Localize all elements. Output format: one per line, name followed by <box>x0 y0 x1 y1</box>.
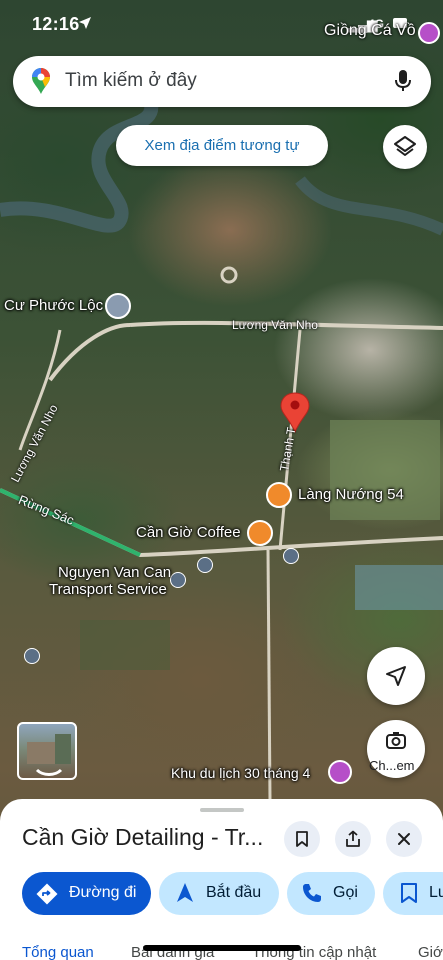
map-label-khu-du-lich[interactable]: Khu du lịch 30 tháng 4 <box>171 765 310 781</box>
layers-button[interactable] <box>383 125 427 169</box>
place-title: Cần Giờ Detailing - Tr... <box>22 824 264 850</box>
close-button[interactable] <box>386 821 422 857</box>
tab-about[interactable]: Giới <box>418 944 443 960</box>
place-icon[interactable] <box>105 293 131 319</box>
bookmark-icon <box>296 831 308 847</box>
restaurant-icon[interactable] <box>266 482 292 508</box>
map-label-nguyen-van-can[interactable]: Nguyen Van Can <box>58 564 171 581</box>
call-label: Gọi <box>333 884 358 901</box>
street-view-icon <box>27 734 71 776</box>
start-button[interactable]: Bắt đầu <box>159 872 279 915</box>
street-view-thumbnail[interactable] <box>17 722 77 780</box>
status-time: 12:16 <box>32 14 80 34</box>
save-button[interactable] <box>284 821 320 857</box>
camera-search-button[interactable]: Ch...em <box>367 720 425 778</box>
museum-icon[interactable] <box>328 760 352 784</box>
start-label: Bắt đầu <box>206 884 262 901</box>
bus-stop-icon[interactable] <box>197 557 213 573</box>
phone-icon <box>303 884 321 902</box>
microphone-icon[interactable] <box>394 69 412 93</box>
map-label-giong-ca-vo[interactable]: Giồng Cá Vồ <box>324 22 416 40</box>
home-indicator[interactable] <box>143 945 301 951</box>
directions-icon <box>36 883 58 905</box>
my-location-button[interactable] <box>367 647 425 705</box>
search-input[interactable]: Tìm kiếm ở đây <box>65 70 197 92</box>
close-icon <box>398 833 410 845</box>
similar-places-chip[interactable]: Xem địa điểm tương tự <box>116 125 328 166</box>
navigation-arrow-icon <box>177 883 193 902</box>
road-label-luong-van-nho: Lương Văn Nho <box>232 318 318 332</box>
directions-button[interactable]: Đường đi <box>22 872 151 915</box>
layers-icon <box>394 136 416 156</box>
search-bar[interactable]: Tìm kiếm ở đây <box>13 56 431 107</box>
directions-label: Đường đi <box>69 884 137 901</box>
bookmark-icon <box>401 883 417 903</box>
location-arrow-icon <box>79 17 91 29</box>
bus-stop-icon[interactable] <box>283 548 299 564</box>
drag-handle[interactable] <box>200 808 244 812</box>
share-button[interactable] <box>335 821 371 857</box>
maps-logo-icon <box>32 68 50 94</box>
place-sheet[interactable]: Cần Giờ Detailing - Tr... Đường đi Bắt đ… <box>0 799 443 960</box>
save-place-button[interactable]: Lư <box>383 872 443 915</box>
call-button[interactable]: Gọi <box>287 872 375 915</box>
map-label-transport-service[interactable]: Transport Service <box>49 581 167 598</box>
museum-icon[interactable] <box>418 22 440 44</box>
lens-icon <box>386 732 406 749</box>
map-label-lang-nuong[interactable]: Làng Nướng 54 <box>298 486 404 503</box>
navigation-arrow-icon <box>386 666 406 686</box>
map-label-cu-phuoc-loc[interactable]: Cư Phước Lộc <box>4 297 103 314</box>
share-icon <box>346 830 360 847</box>
cafe-icon[interactable] <box>247 520 273 546</box>
tab-overview[interactable]: Tổng quan <box>22 944 94 960</box>
camera-label: Ch...em <box>369 758 415 773</box>
map-label-can-gio-coffee[interactable]: Cần Giờ Coffee <box>136 524 241 541</box>
bus-stop-icon[interactable] <box>24 648 40 664</box>
metro-icon[interactable] <box>170 572 186 588</box>
save-place-label: Lư <box>429 884 443 901</box>
